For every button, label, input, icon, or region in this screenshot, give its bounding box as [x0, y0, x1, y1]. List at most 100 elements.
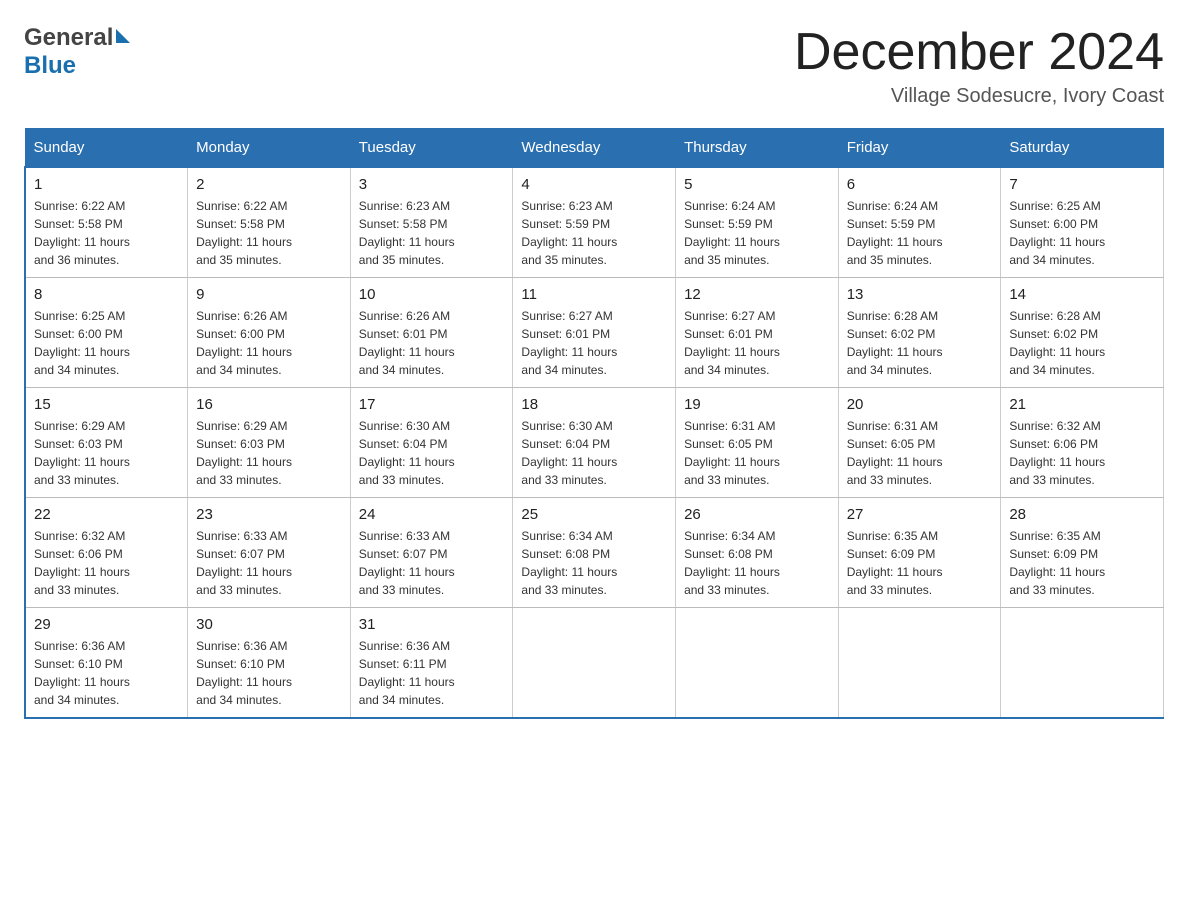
- day-info: Sunrise: 6:35 AMSunset: 6:09 PMDaylight:…: [847, 529, 943, 597]
- calendar-cell: [513, 608, 676, 719]
- day-info: Sunrise: 6:24 AMSunset: 5:59 PMDaylight:…: [684, 199, 780, 267]
- header-tuesday: Tuesday: [350, 129, 513, 168]
- day-info: Sunrise: 6:28 AMSunset: 6:02 PMDaylight:…: [1009, 309, 1105, 377]
- header-saturday: Saturday: [1001, 129, 1164, 168]
- calendar-cell: [838, 608, 1001, 719]
- day-number: 27: [847, 506, 993, 523]
- calendar-table: Sunday Monday Tuesday Wednesday Thursday…: [24, 128, 1164, 719]
- day-number: 22: [34, 506, 179, 523]
- calendar-cell: 18 Sunrise: 6:30 AMSunset: 6:04 PMDaylig…: [513, 388, 676, 498]
- calendar-cell: 27 Sunrise: 6:35 AMSunset: 6:09 PMDaylig…: [838, 498, 1001, 608]
- calendar-cell: 17 Sunrise: 6:30 AMSunset: 6:04 PMDaylig…: [350, 388, 513, 498]
- calendar-cell: [1001, 608, 1164, 719]
- calendar-cell: 24 Sunrise: 6:33 AMSunset: 6:07 PMDaylig…: [350, 498, 513, 608]
- day-number: 14: [1009, 286, 1155, 303]
- logo: General Blue: [24, 24, 130, 80]
- day-number: 18: [521, 396, 667, 413]
- day-number: 1: [34, 176, 179, 193]
- calendar-week-row: 1 Sunrise: 6:22 AMSunset: 5:58 PMDayligh…: [25, 167, 1164, 278]
- month-title: December 2024: [794, 24, 1164, 81]
- calendar-cell: 16 Sunrise: 6:29 AMSunset: 6:03 PMDaylig…: [188, 388, 351, 498]
- calendar-cell: 7 Sunrise: 6:25 AMSunset: 6:00 PMDayligh…: [1001, 167, 1164, 278]
- day-info: Sunrise: 6:33 AMSunset: 6:07 PMDaylight:…: [196, 529, 292, 597]
- day-info: Sunrise: 6:36 AMSunset: 6:10 PMDaylight:…: [196, 639, 292, 707]
- calendar-cell: 30 Sunrise: 6:36 AMSunset: 6:10 PMDaylig…: [188, 608, 351, 719]
- day-info: Sunrise: 6:22 AMSunset: 5:58 PMDaylight:…: [196, 199, 292, 267]
- day-info: Sunrise: 6:34 AMSunset: 6:08 PMDaylight:…: [684, 529, 780, 597]
- calendar-week-row: 8 Sunrise: 6:25 AMSunset: 6:00 PMDayligh…: [25, 278, 1164, 388]
- logo-general-text: General: [24, 24, 113, 52]
- day-number: 4: [521, 176, 667, 193]
- day-number: 6: [847, 176, 993, 193]
- day-number: 11: [521, 286, 667, 303]
- day-number: 25: [521, 506, 667, 523]
- day-number: 3: [359, 176, 505, 193]
- calendar-cell: 29 Sunrise: 6:36 AMSunset: 6:10 PMDaylig…: [25, 608, 188, 719]
- header-wednesday: Wednesday: [513, 129, 676, 168]
- day-number: 10: [359, 286, 505, 303]
- calendar-cell: [676, 608, 839, 719]
- header-monday: Monday: [188, 129, 351, 168]
- calendar-cell: 4 Sunrise: 6:23 AMSunset: 5:59 PMDayligh…: [513, 167, 676, 278]
- calendar-header-row: Sunday Monday Tuesday Wednesday Thursday…: [25, 129, 1164, 168]
- header-friday: Friday: [838, 129, 1001, 168]
- day-info: Sunrise: 6:29 AMSunset: 6:03 PMDaylight:…: [196, 419, 292, 487]
- calendar-cell: 28 Sunrise: 6:35 AMSunset: 6:09 PMDaylig…: [1001, 498, 1164, 608]
- calendar-cell: 11 Sunrise: 6:27 AMSunset: 6:01 PMDaylig…: [513, 278, 676, 388]
- day-info: Sunrise: 6:26 AMSunset: 6:00 PMDaylight:…: [196, 309, 292, 377]
- day-info: Sunrise: 6:24 AMSunset: 5:59 PMDaylight:…: [847, 199, 943, 267]
- header-thursday: Thursday: [676, 129, 839, 168]
- calendar-cell: 21 Sunrise: 6:32 AMSunset: 6:06 PMDaylig…: [1001, 388, 1164, 498]
- day-info: Sunrise: 6:25 AMSunset: 6:00 PMDaylight:…: [1009, 199, 1105, 267]
- day-info: Sunrise: 6:31 AMSunset: 6:05 PMDaylight:…: [847, 419, 943, 487]
- calendar-cell: 10 Sunrise: 6:26 AMSunset: 6:01 PMDaylig…: [350, 278, 513, 388]
- calendar-cell: 9 Sunrise: 6:26 AMSunset: 6:00 PMDayligh…: [188, 278, 351, 388]
- calendar-cell: 2 Sunrise: 6:22 AMSunset: 5:58 PMDayligh…: [188, 167, 351, 278]
- calendar-cell: 1 Sunrise: 6:22 AMSunset: 5:58 PMDayligh…: [25, 167, 188, 278]
- day-number: 23: [196, 506, 342, 523]
- day-number: 13: [847, 286, 993, 303]
- day-info: Sunrise: 6:23 AMSunset: 5:59 PMDaylight:…: [521, 199, 617, 267]
- day-number: 31: [359, 616, 505, 633]
- day-number: 20: [847, 396, 993, 413]
- calendar-cell: 8 Sunrise: 6:25 AMSunset: 6:00 PMDayligh…: [25, 278, 188, 388]
- day-info: Sunrise: 6:29 AMSunset: 6:03 PMDaylight:…: [34, 419, 130, 487]
- calendar-cell: 25 Sunrise: 6:34 AMSunset: 6:08 PMDaylig…: [513, 498, 676, 608]
- day-number: 21: [1009, 396, 1155, 413]
- calendar-cell: 22 Sunrise: 6:32 AMSunset: 6:06 PMDaylig…: [25, 498, 188, 608]
- day-number: 28: [1009, 506, 1155, 523]
- calendar-cell: 23 Sunrise: 6:33 AMSunset: 6:07 PMDaylig…: [188, 498, 351, 608]
- calendar-week-row: 29 Sunrise: 6:36 AMSunset: 6:10 PMDaylig…: [25, 608, 1164, 719]
- calendar-cell: 3 Sunrise: 6:23 AMSunset: 5:58 PMDayligh…: [350, 167, 513, 278]
- day-number: 2: [196, 176, 342, 193]
- day-info: Sunrise: 6:36 AMSunset: 6:11 PMDaylight:…: [359, 639, 455, 707]
- logo-arrow-icon: [116, 29, 130, 43]
- day-number: 15: [34, 396, 179, 413]
- calendar-cell: 5 Sunrise: 6:24 AMSunset: 5:59 PMDayligh…: [676, 167, 839, 278]
- day-info: Sunrise: 6:30 AMSunset: 6:04 PMDaylight:…: [521, 419, 617, 487]
- day-info: Sunrise: 6:32 AMSunset: 6:06 PMDaylight:…: [1009, 419, 1105, 487]
- day-number: 19: [684, 396, 830, 413]
- day-info: Sunrise: 6:35 AMSunset: 6:09 PMDaylight:…: [1009, 529, 1105, 597]
- calendar-week-row: 15 Sunrise: 6:29 AMSunset: 6:03 PMDaylig…: [25, 388, 1164, 498]
- day-number: 24: [359, 506, 505, 523]
- day-number: 7: [1009, 176, 1155, 193]
- day-info: Sunrise: 6:32 AMSunset: 6:06 PMDaylight:…: [34, 529, 130, 597]
- day-number: 30: [196, 616, 342, 633]
- day-info: Sunrise: 6:36 AMSunset: 6:10 PMDaylight:…: [34, 639, 130, 707]
- calendar-cell: 31 Sunrise: 6:36 AMSunset: 6:11 PMDaylig…: [350, 608, 513, 719]
- day-info: Sunrise: 6:22 AMSunset: 5:58 PMDaylight:…: [34, 199, 130, 267]
- day-info: Sunrise: 6:26 AMSunset: 6:01 PMDaylight:…: [359, 309, 455, 377]
- day-number: 8: [34, 286, 179, 303]
- calendar-cell: 14 Sunrise: 6:28 AMSunset: 6:02 PMDaylig…: [1001, 278, 1164, 388]
- location-subtitle: Village Sodesucre, Ivory Coast: [794, 85, 1164, 108]
- calendar-cell: 26 Sunrise: 6:34 AMSunset: 6:08 PMDaylig…: [676, 498, 839, 608]
- calendar-cell: 12 Sunrise: 6:27 AMSunset: 6:01 PMDaylig…: [676, 278, 839, 388]
- logo-blue-text: Blue: [24, 52, 130, 80]
- day-info: Sunrise: 6:30 AMSunset: 6:04 PMDaylight:…: [359, 419, 455, 487]
- day-number: 29: [34, 616, 179, 633]
- page-header: General Blue December 2024 Village Sodes…: [24, 24, 1164, 108]
- day-number: 12: [684, 286, 830, 303]
- day-info: Sunrise: 6:33 AMSunset: 6:07 PMDaylight:…: [359, 529, 455, 597]
- calendar-week-row: 22 Sunrise: 6:32 AMSunset: 6:06 PMDaylig…: [25, 498, 1164, 608]
